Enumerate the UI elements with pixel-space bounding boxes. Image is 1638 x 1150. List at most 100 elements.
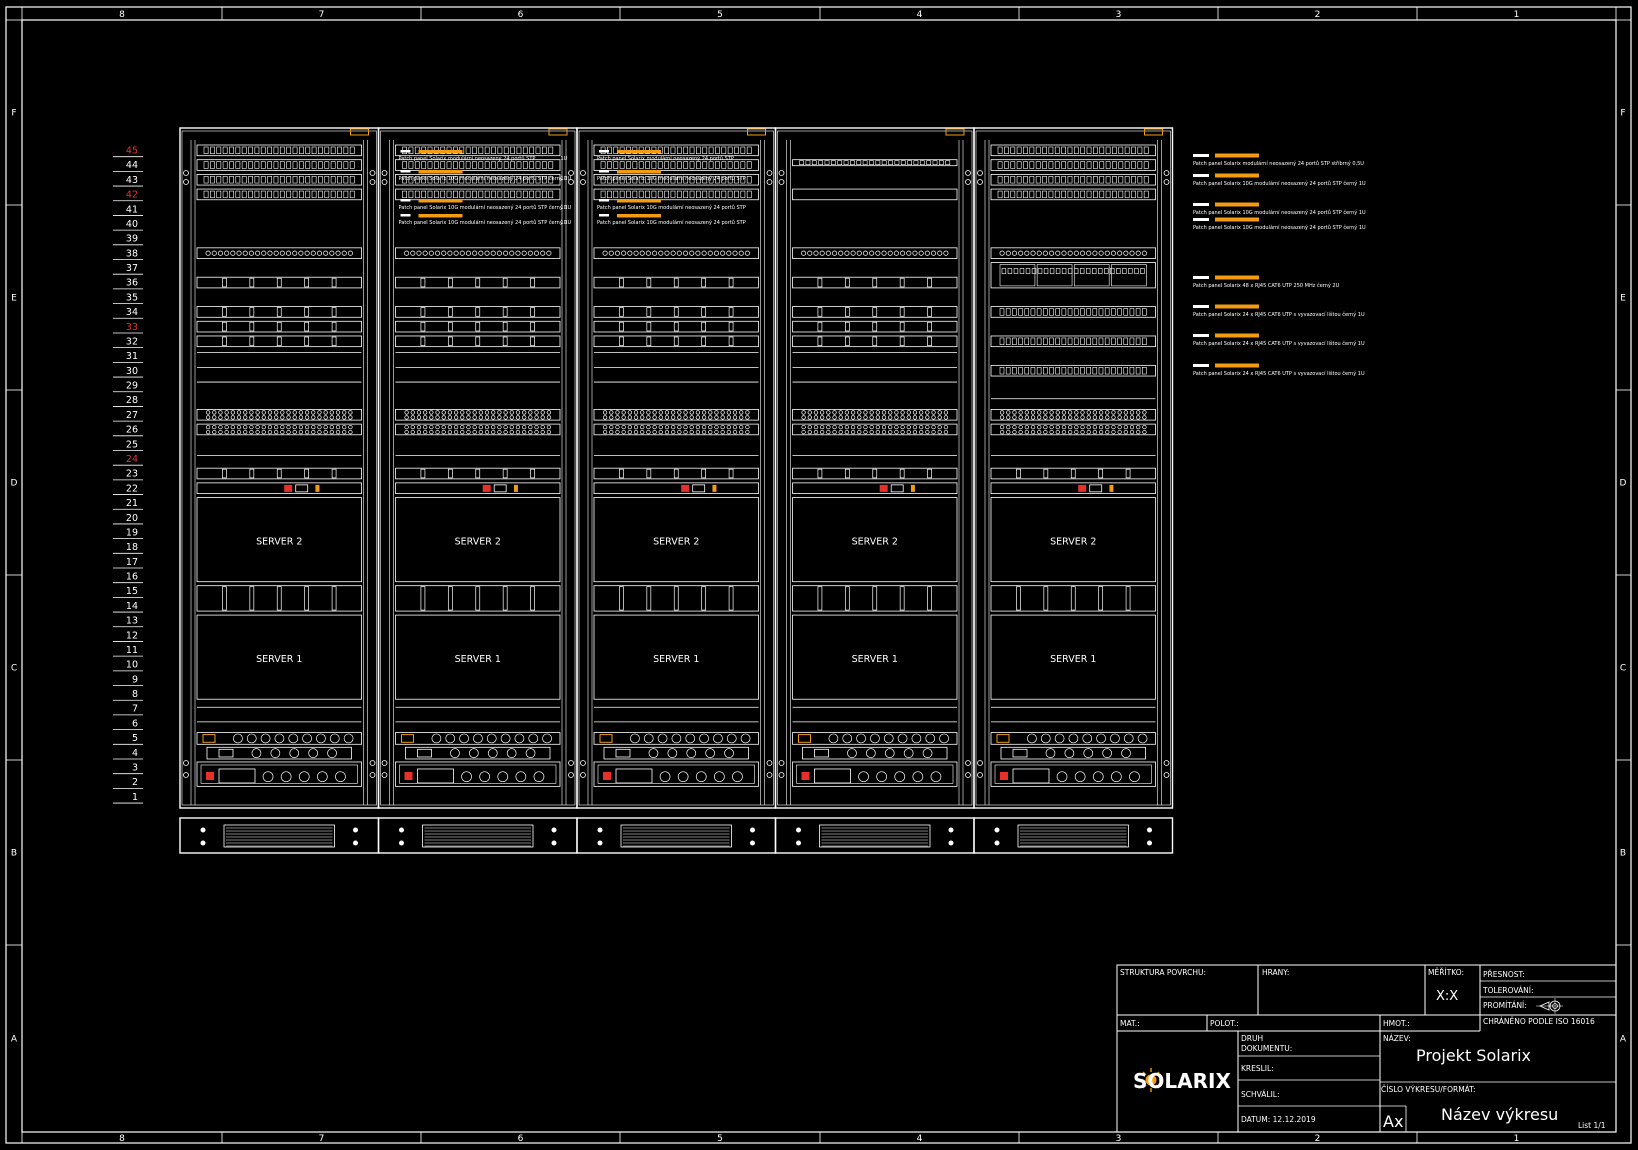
frame-col-label-bottom: 1 (1514, 1134, 1520, 1144)
rack-annotation-label: Patch panel Solarix 10G modulární neosaz… (399, 175, 572, 182)
meritko-label: MĚŘÍTKO: (1428, 968, 1464, 977)
unit-number: 26 (126, 425, 138, 436)
legend-tag (1215, 217, 1259, 222)
legend-tag (1215, 363, 1259, 368)
frame-col-label-top: 7 (319, 10, 325, 20)
rack-annotation-label: Patch panel Solarix 10G modulární neosaz… (597, 175, 746, 182)
rack-annotations: Patch panel Solarix modulární neosazený … (399, 150, 746, 226)
rack-annotation-suffix: 1U (561, 176, 568, 182)
frame-col-label-top: 2 (1315, 10, 1321, 20)
server-2-label: SERVER 2 (455, 537, 501, 548)
frame-ticks (6, 7, 1631, 1143)
logo-text: SOLARIX (1133, 1069, 1231, 1093)
server-2-label: SERVER 2 (653, 537, 699, 548)
unit-number: 16 (126, 572, 138, 583)
unit-number: 13 (126, 616, 138, 627)
unit-number: 27 (126, 410, 138, 421)
solarix-logo: SOLARIX (1133, 1068, 1231, 1093)
frame-row-label-right: E (1620, 294, 1626, 304)
unit-number: 42 (126, 190, 138, 201)
drawing-frame: 8877665544332211F FE ED DC CB BA A (5, 6, 1632, 1144)
rack-annotation-label: Patch panel Solarix 10G modulární neosaz… (597, 204, 746, 211)
frame-row-label-left: C (11, 664, 17, 674)
format-value: Ax (1383, 1112, 1403, 1131)
rack-plinth (377, 817, 578, 854)
chraneno-label: CHRÁNĚNO PODLE ISO 16016 (1483, 1017, 1595, 1026)
annotation-tag (418, 199, 463, 203)
frame-labels: 8877665544332211F FE ED DC CB BA A (11, 10, 1627, 1144)
unit-number: 28 (126, 395, 138, 406)
unit-number: 33 (126, 322, 138, 333)
legend-item: Patch panel Solarix 48 x RJ45 CAT6 UTP 2… (1193, 282, 1340, 289)
unit-number: 20 (126, 513, 138, 524)
rack-annotation-label: Patch panel Solarix 10G modulární neosaz… (399, 219, 572, 226)
annotation-tag (617, 199, 661, 203)
unit-number: 18 (126, 542, 138, 553)
frame-row-label-right: A (1620, 1035, 1627, 1045)
technical-drawing: 8877665544332211F FE ED DC CB BA A 45444342414… (5, 6, 1632, 1144)
annotation-tag (418, 170, 463, 174)
unit-number: 24 (126, 454, 138, 465)
annotation-tag (617, 170, 661, 174)
legend-item: Patch panel Solarix modulární neosazený … (1193, 160, 1364, 167)
rack-2: SERVER 2 SERVER 1 (377, 127, 578, 854)
rack-annotation-suffix: 1U (561, 220, 568, 226)
rack-annotation-label: Patch panel Solarix 10G modulární neosaz… (399, 204, 572, 211)
unit-number: 35 (126, 292, 138, 303)
frame-col-label-bottom: 6 (518, 1134, 524, 1144)
legend-tag (1215, 153, 1259, 158)
server-1-label: SERVER 1 (653, 654, 699, 665)
outer-border (5, 6, 1632, 1144)
equipment-legend: Patch panel Solarix modulární neosazený … (1193, 153, 1366, 377)
frame-col-label-bottom: 2 (1315, 1134, 1321, 1144)
frame-col-label-top: 8 (119, 10, 125, 20)
rack-4: SERVER 2 SERVER 1 (774, 127, 975, 854)
unit-number: 37 (126, 263, 138, 274)
annotation-tag (418, 150, 463, 154)
datum-label: DATUM: 12.12.2019 (1241, 1115, 1316, 1124)
rack-annotation-label: Patch panel Solarix 10G modulární neosaz… (597, 219, 746, 226)
legend-item: Patch panel Solarix 24 x RJ45 CAT6 UTP s… (1193, 311, 1365, 318)
project-name: Projekt Solarix (1416, 1046, 1531, 1065)
unit-number: 6 (132, 718, 138, 729)
frame-row-label-left: E (11, 294, 17, 304)
unit-number: 45 (126, 146, 138, 157)
server-1-label: SERVER 1 (1050, 654, 1096, 665)
rack-annotation-label: Patch panel Solarix modulární neosazený … (597, 155, 734, 162)
unit-number: 25 (126, 439, 138, 450)
unit-number: 4 (132, 748, 138, 759)
frame-row-label-left: B (11, 849, 17, 859)
rack-annotation-suffix: 1U (561, 156, 568, 162)
presnost-label: PŘESNOST: (1483, 970, 1525, 979)
drawing-name: Název výkresu (1441, 1105, 1558, 1124)
legend-tag (1215, 333, 1259, 338)
unit-number: 15 (126, 586, 138, 597)
unit-number: 44 (126, 160, 138, 171)
rack-plinth (576, 817, 777, 854)
legend-tag (1215, 304, 1259, 309)
legend-tag (1215, 173, 1259, 178)
promitani-label: PROMÍTÁNÍ: (1483, 1001, 1527, 1010)
frame-col-label-bottom: 7 (319, 1134, 325, 1144)
unit-number: 30 (126, 366, 138, 377)
server-1-label: SERVER 1 (455, 654, 501, 665)
server-1-label: SERVER 1 (256, 654, 302, 665)
legend-item: Patch panel Solarix 10G modulární neosaz… (1193, 224, 1366, 231)
frame-row-label-right: F (1620, 109, 1625, 119)
meritko-value: X:X (1436, 989, 1458, 1004)
unit-number: 10 (126, 660, 138, 671)
unit-number: 23 (126, 469, 138, 480)
rack-3: SERVER 2 SERVER 1 (576, 127, 777, 854)
frame-col-label-bottom: 3 (1116, 1134, 1122, 1144)
frame-col-label-bottom: 8 (119, 1134, 125, 1144)
annotation-tag (617, 150, 661, 154)
legend-item: Patch panel Solarix 24 x RJ45 CAT6 UTP s… (1193, 340, 1365, 347)
nazev-label: NÁZEV: (1383, 1034, 1411, 1043)
unit-number: 39 (126, 234, 138, 245)
hrany-label: HRANY: (1262, 968, 1289, 977)
unit-number: 22 (126, 483, 138, 494)
rack-1: SERVER 2 SERVER 1 (179, 127, 380, 854)
frame-row-label-right: B (1620, 849, 1626, 859)
frame-col-label-top: 3 (1116, 10, 1122, 20)
frame-col-label-top: 1 (1514, 10, 1520, 20)
